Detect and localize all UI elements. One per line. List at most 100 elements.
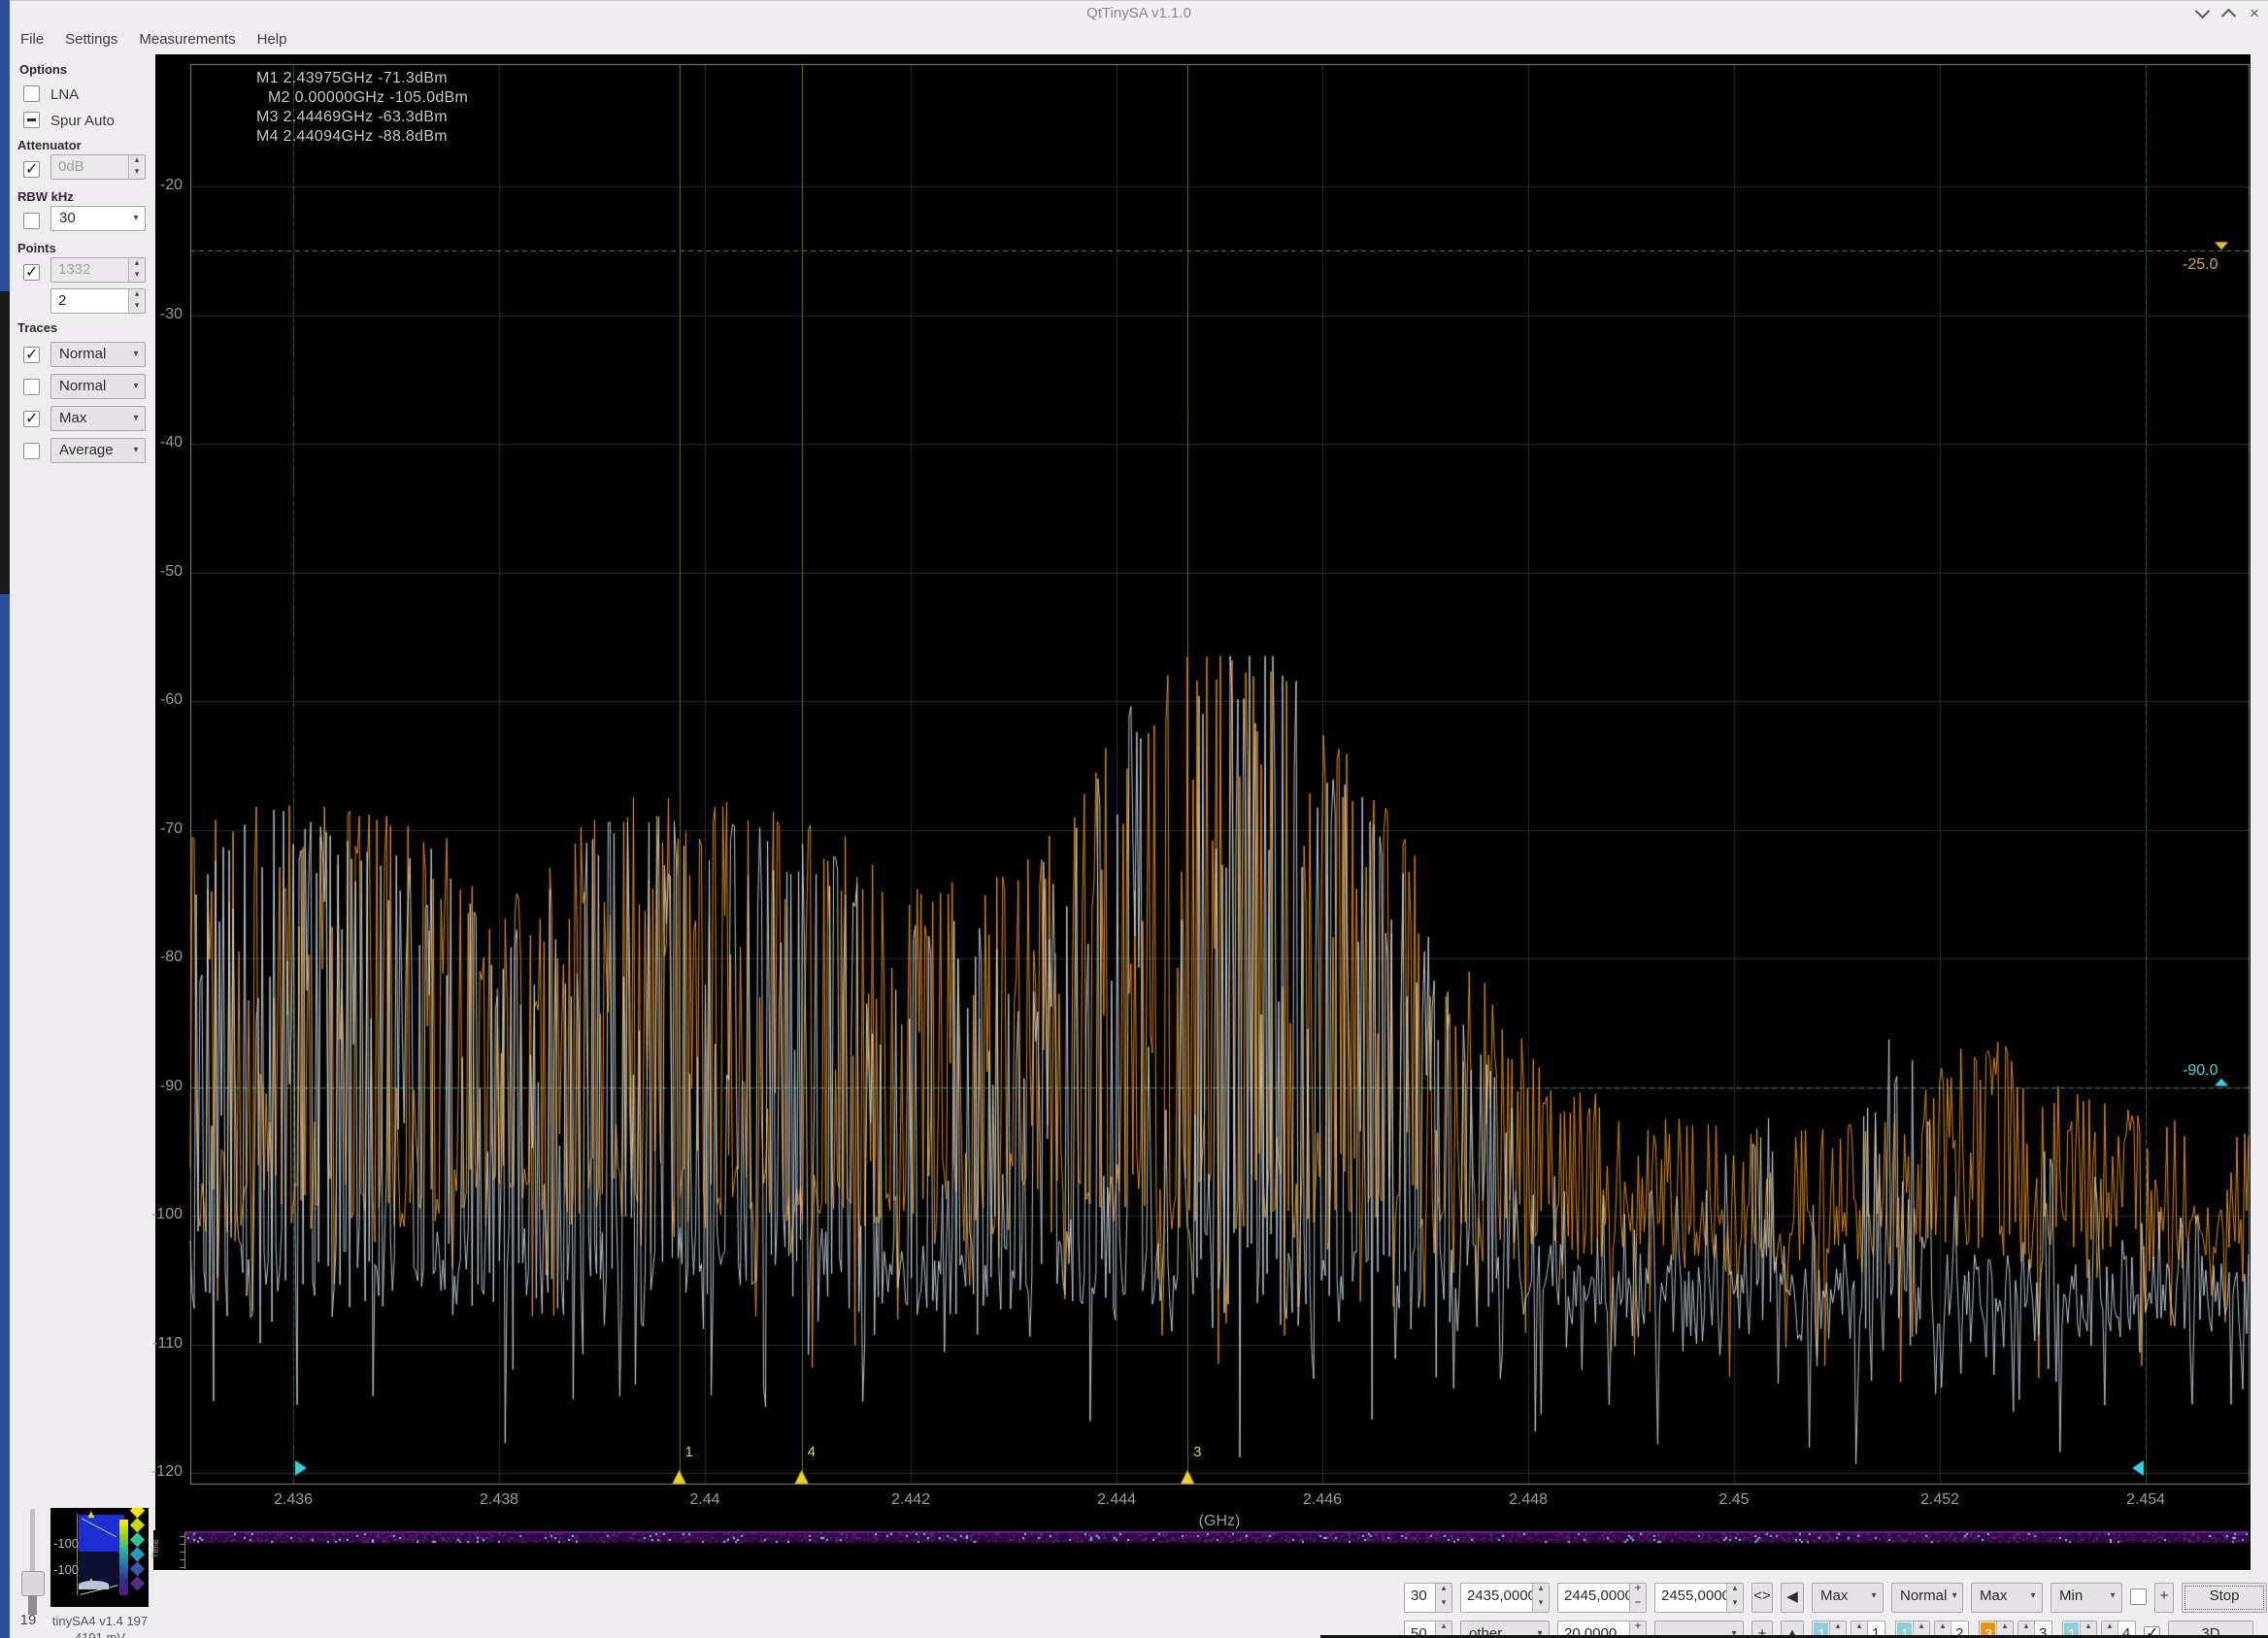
marker-readout-line: M4 2.44094GHz -88.8dBm [256,128,448,146]
attenuator-group-label: Attenuator [17,138,82,152]
trace2-mode-combobox[interactable]: Normal [1891,1583,1963,1613]
spectrum-plot [155,54,2251,1530]
sidebar: Options LNA Spur Auto Attenuator 0dB RBW… [10,54,155,1638]
waterfall: Time [153,1530,2251,1570]
desktop-edge-mid [0,291,10,594]
marker-readout-line: M3 2.44469GHz -63.3dBm [256,109,448,126]
trace1-mode-combobox[interactable]: Max [1812,1583,1884,1613]
waterfall-time-axis-label: Time [150,1539,160,1558]
chevron-down-icon [127,343,145,366]
gain-slider-handle[interactable] [21,1571,45,1596]
y-tick-label: -20 [117,177,183,194]
y-tick-label: -100 [117,1206,183,1223]
chevron-down-icon [2024,1584,2042,1612]
thumb-noise-hump [79,1581,108,1588]
y-tick-label: -120 [117,1463,183,1481]
spin-plusminus-icon [1629,1584,1646,1612]
start-frequency-spinbox[interactable]: 2435,0000 [1460,1583,1550,1613]
x-tick-label: 2.448 [1484,1491,1572,1509]
y-tick-label: -70 [117,820,183,838]
thumb-diamond-icons: ◆◆◆ ◆◆◆ [130,1508,149,1589]
thumb-level-label: -100 [53,1536,79,1551]
spectrum-canvas [155,54,2251,1530]
spur-auto-checkbox[interactable] [23,112,40,128]
x-tick-label: 2.438 [455,1491,543,1509]
trace3-mode-combobox[interactable]: Max [1971,1583,2043,1613]
reference-level-label[interactable]: -90.0 [2183,1062,2218,1080]
y-tick-label: -60 [117,691,183,709]
chevron-down-icon [2104,1584,2121,1612]
band-back-button[interactable]: ◀ [1781,1583,1804,1613]
rbw-spinbox[interactable]: 30 [1404,1583,1452,1613]
menu-item-file[interactable]: File [10,25,54,54]
attenuator-checkbox[interactable] [23,161,40,178]
thumb-axis [77,1514,78,1595]
x-tick-label: 2.454 [2102,1491,2189,1509]
y-tick-label: -80 [117,949,183,966]
thumb-level-label: -100 [53,1562,79,1577]
y-tick-label: -40 [117,434,183,451]
qttinysa-window: QtTinySA v1.1.0 × FileSettingsMeasuremen… [0,0,2268,1638]
chevron-down-icon [127,207,145,230]
x-axis-unit-label: (GHz) [1176,1513,1263,1530]
stop-button[interactable]: Stop [2182,1583,2267,1613]
rbw-combobox[interactable]: 30 [50,206,146,231]
marker-number-label[interactable]: 4 [808,1444,816,1460]
trace4-enable-checkbox[interactable] [23,443,40,459]
thumb-colorbar [119,1520,128,1595]
close-icon: × [2250,4,2259,22]
trace3-enable-checkbox[interactable] [23,411,40,427]
minimize-icon [2194,4,2210,19]
points-checkbox[interactable] [23,264,40,281]
center-frequency-spinbox[interactable]: 2445,0000 [1557,1583,1647,1613]
add-button[interactable]: + [2154,1583,2174,1613]
chevron-down-icon [127,407,145,430]
marker-number-label[interactable]: 3 [1193,1444,1201,1460]
x-tick-label: 2.452 [1896,1491,1984,1509]
x-tick-label: 2.446 [1279,1491,1366,1509]
menubar: FileSettingsMeasurementsHelp [10,25,2268,54]
span-swap-button[interactable]: <> [1751,1583,1773,1613]
spin-arrows-icon [128,258,145,282]
window-title: QtTinySA v1.1.0 [10,5,2268,21]
desktop-edge-bottom [0,594,10,1638]
y-tick-label: -30 [117,306,183,323]
trace2-enable-checkbox[interactable] [23,379,40,395]
minimize-button[interactable] [2191,4,2213,23]
y-tick-label: -90 [117,1078,183,1095]
trace4-mode-combobox[interactable]: Min [2051,1583,2122,1613]
trace2-mode-combobox-sidebar[interactable]: Normal [50,374,146,399]
trace1-enable-checkbox[interactable] [23,347,40,363]
rbw-checkbox[interactable] [23,213,40,229]
menu-item-settings[interactable]: Settings [54,25,128,54]
spin-arrows-icon [1532,1584,1549,1612]
sweep-control-bar: 30 2435,0000 2445,0000 2455,0000 <> ◀ Ma… [1404,1583,2267,1613]
desktop-edge-top [0,0,10,291]
firmware-label: tinySA4 v1.4 197 [37,1614,163,1628]
maximize-icon [2220,9,2236,24]
trace1-mode-combobox-sidebar[interactable]: Normal [50,342,146,367]
waterfall-canvas [153,1530,2251,1570]
row1-checkbox[interactable] [2130,1588,2147,1605]
reference-level-label[interactable]: -25.0 [2183,256,2218,274]
battery-voltage-label: 4191 mV [37,1630,163,1638]
options-group-label: Options [19,62,67,77]
lna-checkbox[interactable] [23,85,40,102]
menu-item-measurements[interactable]: Measurements [128,25,246,54]
x-tick-label: 2.442 [867,1491,954,1509]
chevron-down-icon [1947,1584,1962,1612]
marker-number-label[interactable]: 1 [685,1444,693,1460]
rbw-group-label: RBW kHz [17,189,74,204]
maximize-button[interactable] [2218,4,2239,23]
spin-arrows-icon [1435,1584,1451,1612]
trace3-mode-combobox-sidebar[interactable]: Max [50,406,146,431]
close-button[interactable]: × [2244,4,2265,23]
lna-label: LNA [50,86,79,103]
chevron-down-icon [127,375,145,398]
points-spinbox[interactable]: 1332 [50,257,146,283]
chevron-down-icon [1865,1584,1883,1612]
menu-item-help[interactable]: Help [247,25,298,54]
x-tick-label: 2.436 [250,1491,337,1509]
left-arrow-icon: ◀ [1786,1588,1798,1605]
stop-frequency-spinbox[interactable]: 2455,0000 [1654,1583,1744,1613]
